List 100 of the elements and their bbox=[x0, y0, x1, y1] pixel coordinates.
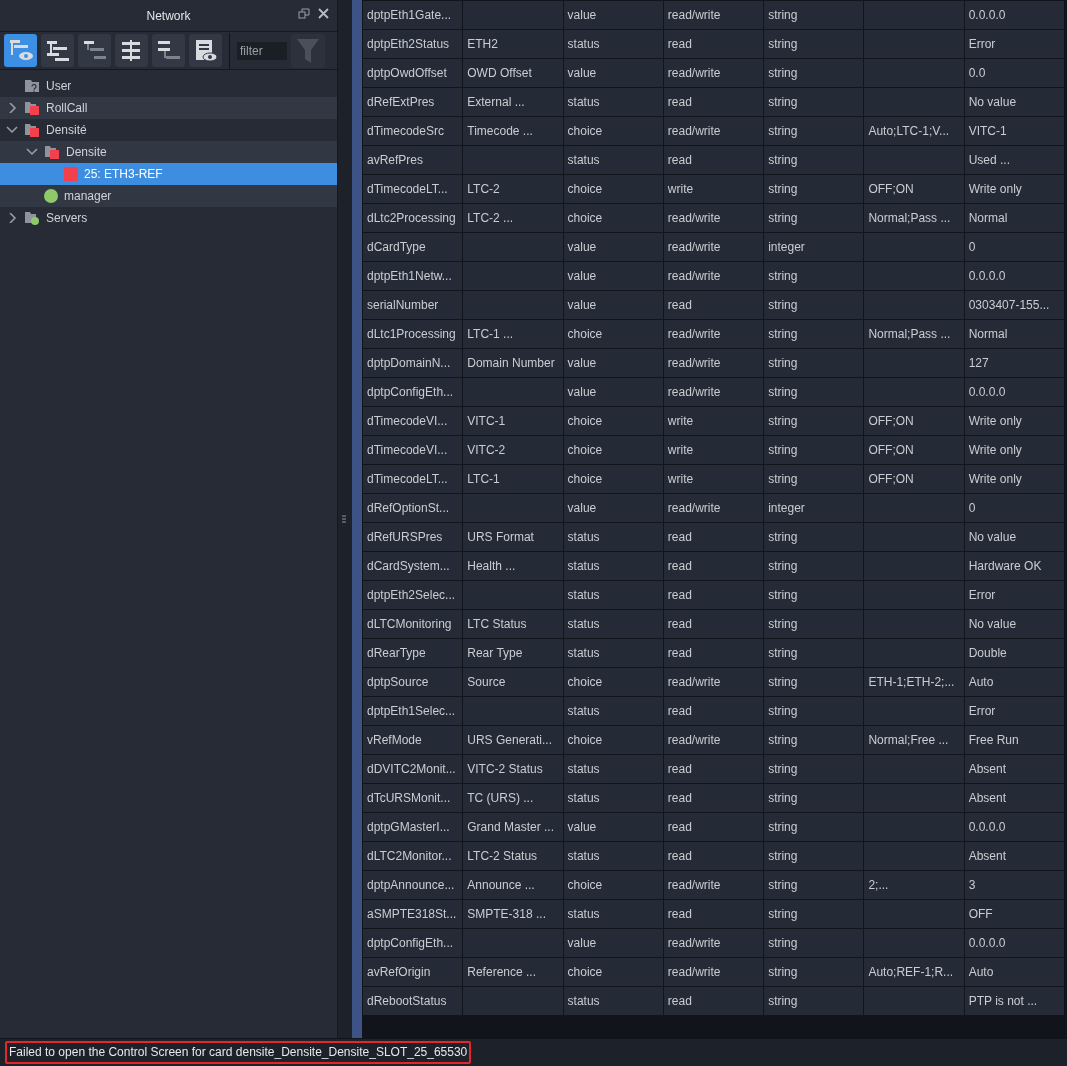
tree-item[interactable]: manager bbox=[0, 185, 337, 207]
table-cell: read/write bbox=[663, 116, 764, 146]
table-cell: Hardware OK bbox=[964, 551, 1065, 581]
table-cell: dptpGMasterI... bbox=[362, 812, 463, 842]
tree-item[interactable]: Densite bbox=[0, 141, 337, 163]
table-cell: status bbox=[563, 696, 664, 726]
table-cell: dTimecodeLT... bbox=[362, 464, 463, 494]
table-cell: read bbox=[663, 87, 764, 117]
table-cell: dTimecodeLT... bbox=[362, 174, 463, 204]
table-cell: read bbox=[663, 29, 764, 59]
table-cell: Write only bbox=[964, 464, 1065, 494]
table-cell: value bbox=[563, 0, 664, 30]
table-cell: read/write bbox=[663, 348, 764, 378]
restore-icon[interactable] bbox=[298, 8, 310, 20]
table-cell: string bbox=[763, 928, 864, 958]
table-cell: LTC-1 bbox=[462, 464, 564, 494]
table-cell: Timecode ... bbox=[462, 116, 564, 146]
funnel-icon bbox=[296, 37, 320, 64]
table-cell: read/write bbox=[663, 261, 764, 291]
table-cell: LTC-2 Status bbox=[462, 841, 564, 871]
table-cell: string bbox=[763, 667, 864, 697]
chevron-icon[interactable] bbox=[4, 125, 20, 135]
table-cell: Write only bbox=[964, 435, 1065, 465]
table-cell: string bbox=[763, 986, 864, 1016]
table-cell: Normal;Pass ... bbox=[863, 319, 965, 349]
table-cell: 0.0.0.0 bbox=[964, 0, 1065, 30]
table-cell: Domain Number bbox=[462, 348, 564, 378]
table-cell: string bbox=[763, 464, 864, 494]
table-cell: No value bbox=[964, 87, 1065, 117]
table-cell: string bbox=[763, 29, 864, 59]
table-cell: URS Format bbox=[462, 522, 564, 552]
table-cell: integer bbox=[763, 232, 864, 262]
table-cell: choice bbox=[563, 667, 664, 697]
table-cell: 0.0.0.0 bbox=[964, 928, 1065, 958]
table-cell: Normal;Pass ... bbox=[863, 203, 965, 233]
view-mode-button[interactable] bbox=[41, 34, 74, 67]
chevron-icon[interactable] bbox=[24, 147, 40, 157]
table-cell: value bbox=[563, 261, 664, 291]
table-cell: LTC-1 ... bbox=[462, 319, 564, 349]
table-cell: string bbox=[763, 754, 864, 784]
panel-title: Network bbox=[146, 8, 191, 23]
tree-item[interactable]: Servers bbox=[0, 207, 337, 229]
table-cell: read bbox=[663, 580, 764, 610]
table-cell: status bbox=[563, 145, 664, 175]
table-cell: choice bbox=[563, 116, 664, 146]
table-cell: dptpEth2Selec... bbox=[362, 580, 463, 610]
table-cell: dRefURSPres bbox=[362, 522, 463, 552]
table-cell: read/write bbox=[663, 58, 764, 88]
table-cell: 0.0.0.0 bbox=[964, 377, 1065, 407]
table-cell: integer bbox=[763, 493, 864, 523]
table-cell: read bbox=[663, 783, 764, 813]
table-cell: LTC Status bbox=[462, 609, 564, 639]
table-cell: string bbox=[763, 551, 864, 581]
table-cell: Free Run bbox=[964, 725, 1065, 755]
table-cell: 127 bbox=[964, 348, 1065, 378]
table-cell: status bbox=[563, 609, 664, 639]
table-cell: string bbox=[763, 290, 864, 320]
table-cell: 2;... bbox=[863, 870, 965, 900]
splitter-handle-icon[interactable] bbox=[342, 514, 346, 524]
table-cell: string bbox=[763, 841, 864, 871]
table-cell: 0.0.0.0 bbox=[964, 261, 1065, 291]
tree-item[interactable]: RollCall bbox=[0, 97, 337, 119]
table-cell: choice bbox=[563, 957, 664, 987]
tree-item[interactable]: User bbox=[0, 75, 337, 97]
table-cell: OFF bbox=[964, 899, 1065, 929]
table-cell: Normal bbox=[964, 319, 1065, 349]
table-cell: status bbox=[563, 522, 664, 552]
table-cell: OFF;ON bbox=[863, 406, 965, 436]
view-mode-button[interactable] bbox=[115, 34, 148, 67]
table-cell: URS Generati... bbox=[462, 725, 564, 755]
table-cell: choice bbox=[563, 435, 664, 465]
table-cell: value bbox=[563, 928, 664, 958]
table-cell: read bbox=[663, 609, 764, 639]
view-mode-button[interactable] bbox=[152, 34, 185, 67]
tree-item[interactable]: Densité bbox=[0, 119, 337, 141]
view-mode-button[interactable] bbox=[189, 34, 222, 67]
table-cell: read bbox=[663, 551, 764, 581]
folder-question-icon bbox=[24, 79, 40, 93]
view-mode-button[interactable] bbox=[78, 34, 111, 67]
table-cell: string bbox=[763, 406, 864, 436]
table-cell: Absent bbox=[964, 841, 1065, 871]
table-cell: read bbox=[663, 812, 764, 842]
table-cell: dCardType bbox=[362, 232, 463, 262]
table-cell: dTimecodeSrc bbox=[362, 116, 463, 146]
table-cell: choice bbox=[563, 406, 664, 436]
table-cell: choice bbox=[563, 174, 664, 204]
table-cell: OWD Offset bbox=[462, 58, 564, 88]
table-cell: aSMPTE318St... bbox=[362, 899, 463, 929]
table-cell: read/write bbox=[663, 319, 764, 349]
close-icon[interactable] bbox=[318, 8, 329, 19]
table-cell: write bbox=[663, 435, 764, 465]
table-cell: string bbox=[763, 435, 864, 465]
table-cell: choice bbox=[563, 319, 664, 349]
table-cell: dptpConfigEth... bbox=[362, 928, 463, 958]
filter-field[interactable]: filter bbox=[237, 41, 287, 60]
table-cell: TC (URS) ... bbox=[462, 783, 564, 813]
table-cell: string bbox=[763, 580, 864, 610]
table-cell: string bbox=[763, 174, 864, 204]
table-cell: value bbox=[563, 493, 664, 523]
table-cell: 3 bbox=[964, 870, 1065, 900]
